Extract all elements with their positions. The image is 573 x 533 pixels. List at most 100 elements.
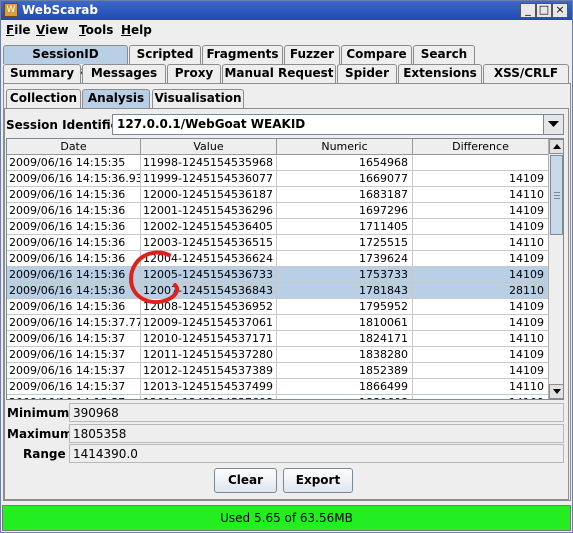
- vertical-scrollbar[interactable]: [548, 139, 563, 399]
- table-row[interactable]: 2009/06/16 14:15:37 12011-1245154537280 18…: [7, 347, 549, 363]
- table-row[interactable]: 2009/06/16 14:15:36 12008-1245154536952 17…: [7, 299, 549, 315]
- menu-file-mnemonic: F: [6, 23, 15, 37]
- close-button[interactable]: ×: [552, 3, 568, 18]
- scrollbar-thumb[interactable]: [550, 155, 563, 235]
- cell-diff: 14109: [413, 171, 549, 187]
- cell-date: 2009/06/16 14:15:36: [7, 187, 141, 203]
- table-row[interactable]: 2009/06/16 14:15:36 12003-1245154536515 17…: [7, 235, 549, 251]
- cell-diff: 14109: [413, 267, 549, 283]
- cell-date: 2009/06/16 14:15:36: [7, 283, 141, 299]
- cell-numeric: 1838280: [277, 347, 413, 363]
- cell-diff: 14109: [413, 347, 549, 363]
- table-row[interactable]: 2009/06/16 14:15:37 12012-1245154537389 18…: [7, 363, 549, 379]
- maximum-field: 1805358: [69, 424, 564, 443]
- tab-scripted[interactable]: Scripted: [129, 45, 201, 64]
- tab-compare[interactable]: Compare: [341, 45, 412, 64]
- cell-date: 2009/06/16 14:15:36: [7, 299, 141, 315]
- table-row[interactable]: 2009/06/16 14:15:36 12001-1245154536296 16…: [7, 203, 549, 219]
- menu-file-label: ile: [14, 23, 31, 37]
- maximum-value: 1805358: [73, 427, 127, 441]
- column-header-difference[interactable]: Difference: [413, 139, 549, 155]
- cell-value: 11999-1245154536077: [141, 171, 277, 187]
- table-row[interactable]: 2009/06/16 14:15:36 12005-1245154536733 17…: [7, 267, 549, 283]
- table-header: Date Value Numeric Difference: [7, 139, 549, 155]
- tab-xss-crlf[interactable]: XSS/CRLF: [483, 64, 569, 83]
- title-bar[interactable]: W WebScarab _ □ ×: [1, 1, 572, 20]
- table-row[interactable]: 2009/06/16 14:15:36 12000-1245154536187 16…: [7, 187, 549, 203]
- table-row[interactable]: 2009/06/16 14:15:37 12013-1245154537499 18…: [7, 379, 549, 395]
- menu-tools-mnemonic: T: [79, 23, 86, 37]
- subtab-visualisation[interactable]: Visualisation: [152, 89, 244, 108]
- cell-numeric: 1824171: [277, 331, 413, 347]
- cell-diff: 14109: [413, 315, 549, 331]
- menu-help[interactable]: Help: [121, 23, 152, 37]
- cell-numeric: 1654968: [277, 155, 413, 171]
- tab-proxy[interactable]: Proxy: [167, 64, 221, 83]
- range-value: 1414390.0: [73, 447, 138, 461]
- tab-sessionid-analysis[interactable]: SessionID Analysis: [3, 45, 128, 78]
- cell-date: 2009/06/16 14:15:36: [7, 251, 141, 267]
- table-row[interactable]: 2009/06/16 14:15:36 12002-1245154536405 17…: [7, 219, 549, 235]
- app-icon: W: [4, 3, 18, 17]
- table-row[interactable]: 2009/06/16 14:15:35 11998-1245154535968 16…: [7, 155, 549, 171]
- menu-tools[interactable]: Tools: [79, 23, 113, 37]
- column-header-numeric[interactable]: Numeric: [277, 139, 413, 155]
- cell-date: 2009/06/16 14:15:37: [7, 395, 141, 399]
- cell-diff: 14109: [413, 299, 549, 315]
- table-row[interactable]: 2009/06/16 14:15:37 12010-1245154537171 18…: [7, 331, 549, 347]
- range-label: Range :: [23, 447, 75, 461]
- cell-value: 12000-1245154536187: [141, 187, 277, 203]
- tab-fuzzer[interactable]: Fuzzer: [284, 45, 340, 64]
- menu-bar: File View Tools Help: [1, 20, 572, 41]
- cell-date: 2009/06/16 14:15:36.93: [9, 171, 141, 187]
- cell-numeric: 1669077: [277, 171, 413, 187]
- cell-value: 12001-1245154536296: [141, 203, 277, 219]
- tab-manual-request[interactable]: Manual Request: [222, 64, 336, 83]
- table-row[interactable]: 2009/06/16 14:15:37.77 12009-124515453706…: [7, 315, 549, 331]
- tab-summary[interactable]: Summary: [3, 64, 81, 83]
- main-window: W WebScarab _ □ × File View Tools Help S…: [0, 0, 573, 533]
- export-button[interactable]: Export: [283, 468, 353, 493]
- range-field: 1414390.0: [69, 444, 564, 463]
- table-row[interactable]: 2009/06/16 14:15:36 12004-1245154536624 17…: [7, 251, 549, 267]
- cell-date: 2009/06/16 14:15:36: [7, 267, 141, 283]
- tab-messages[interactable]: Messages: [82, 64, 166, 83]
- annotation-circle: [128, 250, 179, 305]
- minimize-button[interactable]: _: [520, 3, 536, 18]
- scroll-down-button[interactable]: [549, 384, 563, 399]
- cell-date: 2009/06/16 14:15:37: [7, 363, 141, 379]
- maximize-button[interactable]: □: [536, 3, 552, 18]
- menu-view-label: iew: [45, 23, 69, 37]
- thumb-grip-line: [554, 195, 560, 196]
- cell-date: 2009/06/16 14:15:37: [7, 331, 141, 347]
- column-header-date[interactable]: Date: [7, 139, 141, 155]
- subtab-analysis[interactable]: Analysis: [82, 89, 150, 108]
- menu-file[interactable]: File: [6, 23, 31, 37]
- arrow-up-icon: [553, 144, 561, 149]
- thumb-grip-line: [554, 192, 560, 193]
- cell-diff: 14109: [413, 251, 549, 267]
- subtab-collection[interactable]: Collection: [6, 89, 81, 108]
- table-row[interactable]: 2009/06/16 14:15:36 12007-1245154536843 17…: [7, 283, 549, 299]
- cell-numeric: 1781843: [277, 283, 413, 299]
- cell-value: 12011-1245154537280: [141, 347, 277, 363]
- scroll-up-button[interactable]: [549, 139, 563, 154]
- session-identifier-select[interactable]: 127.0.0.1/WebGoat WEAKID: [112, 114, 564, 135]
- tab-fragments[interactable]: Fragments: [202, 45, 283, 64]
- table-row[interactable]: 2009/06/16 14:15:3712014-124515453760818…: [7, 395, 549, 399]
- dropdown-arrow-button[interactable]: [543, 115, 563, 134]
- session-table[interactable]: Date Value Numeric Difference 2009/06/16…: [6, 138, 564, 400]
- tab-search[interactable]: Search: [413, 45, 475, 64]
- clear-button[interactable]: Clear: [214, 468, 277, 493]
- cell-numeric: 1683187: [277, 187, 413, 203]
- cell-numeric: 1880608: [277, 395, 413, 399]
- menu-view[interactable]: View: [36, 23, 68, 37]
- column-header-value[interactable]: Value: [141, 139, 277, 155]
- tab-spider[interactable]: Spider: [337, 64, 397, 83]
- tab-extensions[interactable]: Extensions: [398, 64, 482, 83]
- cell-diff: 14109: [413, 395, 549, 399]
- cell-numeric: 1697296: [277, 203, 413, 219]
- cell-value: 12013-1245154537499: [141, 379, 277, 395]
- cell-diff: 14109: [413, 219, 549, 235]
- table-row[interactable]: 2009/06/16 14:15:36.93 11999-124515453607…: [7, 171, 549, 187]
